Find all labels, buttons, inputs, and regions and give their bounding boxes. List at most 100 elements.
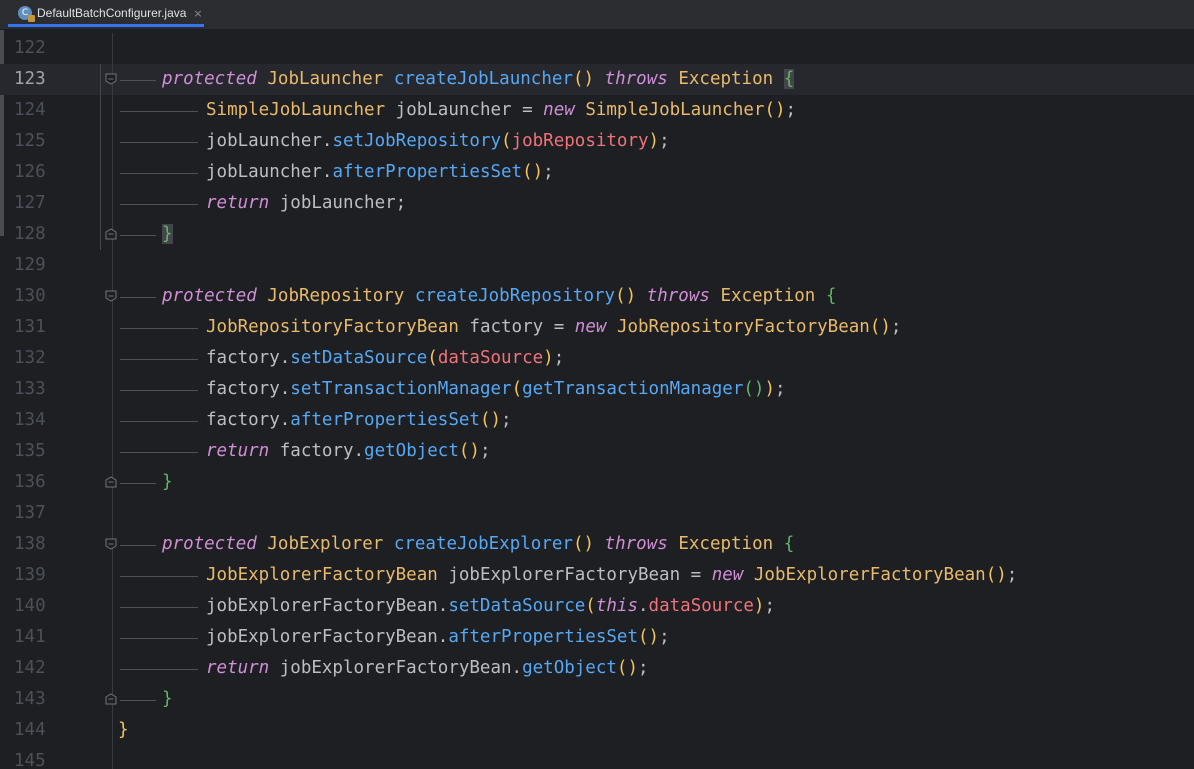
code-token: jobLauncher.: [206, 131, 333, 151]
code-token: factory.: [206, 379, 291, 399]
code-line[interactable]: 126 jobLauncher.afterPropertiesSet();: [0, 157, 1194, 188]
indent-guide: [112, 653, 113, 684]
code-line[interactable]: 142 return jobExplorerFactoryBean.getObje…: [0, 653, 1194, 684]
code-line[interactable]: 133 factory.setTransactionManager(getTran…: [0, 374, 1194, 405]
fold-marker-icon[interactable]: [105, 476, 117, 488]
code-line[interactable]: 145: [0, 746, 1194, 769]
code-token: (): [458, 441, 480, 461]
line-number[interactable]: 143: [14, 684, 54, 715]
code-token: ): [753, 596, 765, 616]
line-number[interactable]: 128: [14, 219, 54, 250]
line-number[interactable]: 140: [14, 591, 54, 622]
code-token: new: [574, 317, 607, 337]
code-line[interactable]: 135 return factory.getObject();: [0, 436, 1194, 467]
code-token: Exception: [720, 286, 816, 306]
code-line[interactable]: 137: [0, 498, 1194, 529]
code-token: ): [764, 379, 775, 399]
indent-guide: [112, 715, 113, 746]
indent-guide: [112, 157, 113, 188]
code-content: JobExplorerFactoryBean jobExplorerFactor…: [206, 560, 1017, 591]
line-number[interactable]: 142: [14, 653, 54, 684]
code-token: (): [743, 379, 765, 399]
line-number[interactable]: 124: [14, 95, 54, 126]
line-number[interactable]: 137: [14, 498, 54, 529]
code-line[interactable]: 140 jobExplorerFactoryBean.setDataSource(…: [0, 591, 1194, 622]
code-content: }: [118, 715, 129, 746]
code-line[interactable]: 125 jobLauncher.setJobRepository(jobRepos…: [0, 126, 1194, 157]
fold-marker-icon[interactable]: [105, 693, 117, 705]
code-line[interactable]: 136}: [0, 467, 1194, 498]
code-line[interactable]: 138 protected JobExplorer createJobExplor…: [0, 529, 1194, 560]
code-line[interactable]: 123 protected JobLauncher createJobLaunch…: [0, 64, 1194, 95]
code-line[interactable]: 128}: [0, 219, 1194, 250]
line-number[interactable]: 130: [14, 281, 54, 312]
line-number[interactable]: 127: [14, 188, 54, 219]
line-number[interactable]: 126: [14, 157, 54, 188]
code-token: {: [825, 286, 837, 306]
fold-marker-icon[interactable]: [105, 290, 117, 302]
code-content: JobRepositoryFactoryBean factory = new J…: [206, 312, 901, 343]
line-number[interactable]: 122: [14, 33, 54, 64]
code-line[interactable]: 129: [0, 250, 1194, 281]
code-token: setTransactionManager: [290, 379, 512, 399]
line-number[interactable]: 134: [14, 405, 54, 436]
line-number[interactable]: 132: [14, 343, 54, 374]
line-number[interactable]: 141: [14, 622, 54, 653]
block-scope-guide: [100, 157, 101, 188]
block-scope-guide: [100, 188, 101, 219]
code-token: afterPropertiesSet: [332, 162, 523, 182]
line-number[interactable]: 139: [14, 560, 54, 591]
code-line[interactable]: 144}: [0, 715, 1194, 746]
whitespace-marker: [120, 328, 198, 329]
indent-guide: [112, 498, 113, 529]
code-line[interactable]: 143}: [0, 684, 1194, 715]
indent-guide: [112, 126, 113, 157]
code-token: ;: [479, 441, 491, 461]
code-line[interactable]: 141 jobExplorerFactoryBean.afterPropertie…: [0, 622, 1194, 653]
code-line[interactable]: 130 protected JobRepository createJobRepo…: [0, 281, 1194, 312]
code-line[interactable]: 127 return jobLauncher;: [0, 188, 1194, 219]
code-line[interactable]: 122: [0, 33, 1194, 64]
close-tab-icon[interactable]: ×: [193, 7, 202, 20]
code-line[interactable]: 124 SimpleJobLauncher jobLauncher = new S…: [0, 95, 1194, 126]
file-tab[interactable]: C DefaultBatchConfigurer.java ×: [8, 2, 204, 27]
code-token: getTransactionManager: [522, 379, 744, 399]
file-tab-label: DefaultBatchConfigurer.java: [37, 6, 187, 20]
line-number[interactable]: 131: [14, 312, 54, 343]
line-number[interactable]: 138: [14, 529, 54, 560]
indent-guide: [112, 188, 113, 219]
line-number[interactable]: 129: [14, 250, 54, 281]
code-line[interactable]: 139 JobExplorerFactoryBean jobExplorerFac…: [0, 560, 1194, 591]
code-token: createJobExplorer: [393, 534, 573, 554]
code-content: protected JobRepository createJobReposit…: [162, 281, 836, 312]
code-token: ): [543, 348, 554, 368]
code-line[interactable]: 134 factory.afterPropertiesSet();: [0, 405, 1194, 436]
code-token: ;: [543, 162, 554, 182]
line-number[interactable]: 135: [14, 436, 54, 467]
line-number[interactable]: 144: [14, 715, 54, 746]
line-number[interactable]: 136: [14, 467, 54, 498]
code-token: return: [206, 441, 270, 461]
code-token: throws: [646, 286, 710, 306]
line-number[interactable]: 123: [14, 64, 54, 95]
block-scope-guide: [100, 64, 101, 95]
line-number[interactable]: 125: [14, 126, 54, 157]
code-token: ): [648, 131, 660, 151]
fold-marker-icon[interactable]: [105, 228, 117, 240]
code-editor[interactable]: 122 123 protected JobLauncher createJobLau…: [0, 30, 1194, 769]
whitespace-marker: [120, 421, 198, 422]
fold-marker-icon[interactable]: [105, 538, 117, 550]
line-number[interactable]: 133: [14, 374, 54, 405]
fold-marker-icon[interactable]: [105, 73, 117, 85]
code-token: }: [118, 720, 129, 740]
line-number[interactable]: 145: [14, 746, 54, 769]
code-line[interactable]: 132 factory.setDataSource(dataSource);: [0, 343, 1194, 374]
code-line[interactable]: 131 JobRepositoryFactoryBean factory = ne…: [0, 312, 1194, 343]
